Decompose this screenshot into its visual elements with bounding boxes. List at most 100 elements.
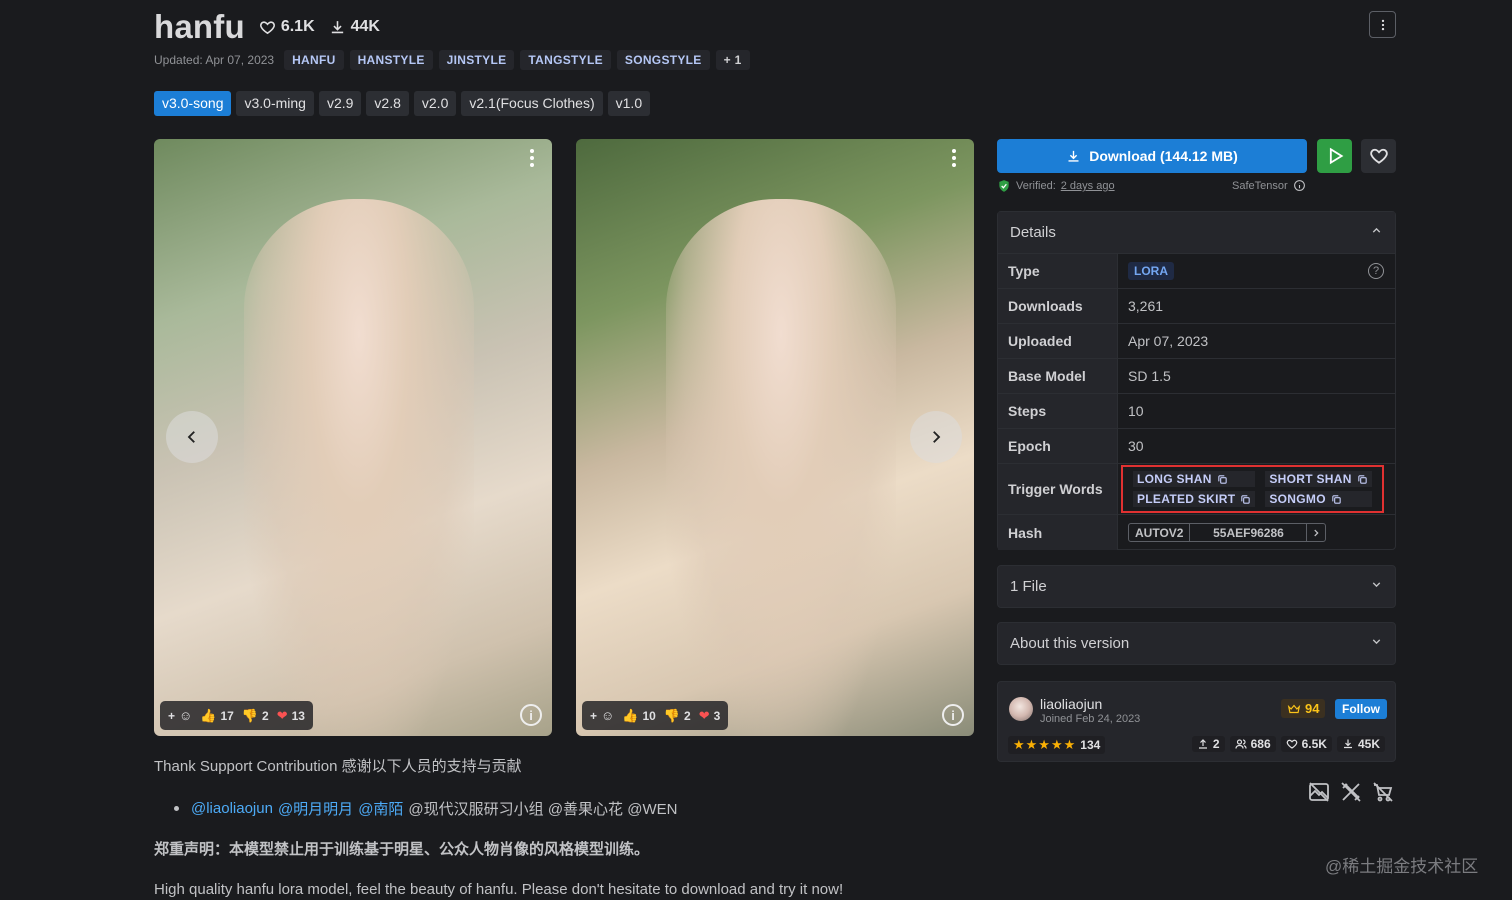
- bullet: [174, 806, 179, 811]
- heart-reaction[interactable]: ❤ 13: [277, 708, 305, 724]
- avatar[interactable]: [1009, 697, 1033, 721]
- previous-image-button[interactable]: [166, 411, 218, 463]
- creator-downloads-stat: 45K: [1336, 736, 1385, 752]
- trigger-word: LONG SHAN: [1137, 472, 1212, 486]
- version-tab[interactable]: v2.0: [413, 91, 457, 116]
- next-image-button[interactable]: [910, 411, 962, 463]
- accordion-title: About this version: [1010, 635, 1130, 652]
- no-commercial-icon[interactable]: [1339, 780, 1363, 804]
- version-tab[interactable]: v3.0-ming: [236, 91, 314, 116]
- meta-row: Updated: Apr 07, 2023 HANFU HANSTYLE JIN…: [154, 50, 750, 70]
- copy-icon: [1217, 474, 1227, 484]
- help-icon[interactable]: ?: [1368, 263, 1384, 279]
- hash-control: AUTOV2 55AEF96286: [1128, 523, 1327, 542]
- details-header[interactable]: Details: [998, 212, 1395, 254]
- heart-icon: ❤: [698, 707, 710, 723]
- contributor-link[interactable]: @明月明月: [278, 798, 353, 819]
- rating-count: 134: [1080, 738, 1101, 752]
- image-menu-button[interactable]: [946, 147, 962, 169]
- image-menu-button[interactable]: [524, 147, 540, 169]
- hash-type[interactable]: AUTOV2: [1129, 524, 1191, 541]
- detail-value: 10: [1128, 403, 1144, 419]
- creator-card: liaoliaojun Joined Feb 24, 2023 94 Follo…: [997, 681, 1396, 762]
- trigger-word-copy[interactable]: SHORT SHAN: [1265, 471, 1372, 487]
- dots-vertical-icon: [530, 149, 534, 167]
- download-icon: [331, 20, 343, 33]
- detail-row-uploaded: Uploaded Apr 07, 2023: [998, 324, 1395, 359]
- trigger-word-copy[interactable]: SONGMO: [1265, 491, 1372, 507]
- description-summary: High quality hanfu lora model, feel the …: [154, 881, 844, 898]
- thumbs-up-icon: 👍: [200, 707, 217, 723]
- version-tabs: v3.0-song v3.0-ming v2.9 v2.8 v2.0 v2.1(…: [154, 91, 651, 116]
- detail-label: Uploaded: [998, 324, 1118, 358]
- heart-icon: [1286, 739, 1297, 749]
- detail-row-hash: Hash AUTOV2 55AEF96286: [998, 515, 1395, 550]
- info-icon[interactable]: i: [520, 704, 542, 726]
- detail-value: LORA ?: [1118, 254, 1395, 288]
- add-reaction-button[interactable]: + ☺: [590, 708, 614, 723]
- image-reactions: + ☺ 👍 10 👎 2 ❤ 3: [582, 701, 729, 730]
- detail-label: Hash: [998, 515, 1118, 550]
- detail-label: Base Model: [998, 359, 1118, 393]
- like-reaction[interactable]: 👍 10: [622, 708, 656, 724]
- chevron-up-icon: [1370, 224, 1383, 241]
- copy-icon: [1241, 494, 1251, 504]
- more-tags-button[interactable]: + 1: [715, 50, 750, 70]
- trigger-word-copy[interactable]: PLEATED SKIRT: [1133, 491, 1256, 507]
- like-reaction[interactable]: 👍 17: [200, 708, 234, 724]
- detail-row-type: Type LORA ?: [998, 254, 1395, 289]
- detail-label: Downloads: [998, 289, 1118, 323]
- version-tab[interactable]: v3.0-song: [154, 91, 232, 116]
- files-accordion[interactable]: 1 File: [997, 565, 1396, 608]
- more-menu-button[interactable]: [1369, 11, 1396, 38]
- no-sell-icon[interactable]: [1371, 780, 1395, 804]
- tag-hanstyle[interactable]: HANSTYLE: [349, 50, 433, 70]
- heart-count: 13: [291, 708, 305, 723]
- creator-rank: 94: [1281, 699, 1326, 718]
- info-icon[interactable]: i: [942, 704, 964, 726]
- tag-songstyle[interactable]: SONGSTYLE: [616, 50, 710, 70]
- tag-tangstyle[interactable]: TANGSTYLE: [520, 50, 611, 70]
- image-reactions: + ☺ 👍 17 👎 2 ❤ 13: [160, 701, 313, 730]
- creator-name[interactable]: liaoliaojun: [1040, 696, 1102, 712]
- about-version-accordion[interactable]: About this version: [997, 622, 1396, 665]
- dislike-reaction[interactable]: 👎 2: [664, 708, 691, 724]
- detail-value: 3,261: [1128, 298, 1164, 314]
- version-tab[interactable]: v2.8: [366, 91, 409, 116]
- tag-hanfu[interactable]: HANFU: [284, 50, 344, 70]
- gallery-image[interactable]: + ☺ 👍 10 👎 2 ❤ 3 i: [576, 139, 974, 736]
- add-reaction-button[interactable]: + ☺: [168, 708, 192, 723]
- run-button[interactable]: [1317, 139, 1352, 173]
- smiley-icon: ☺: [179, 708, 193, 723]
- detail-label: Trigger Words: [998, 464, 1118, 514]
- copy-icon: [1332, 494, 1341, 504]
- trigger-word: PLEATED SKIRT: [1137, 492, 1236, 506]
- version-tab[interactable]: v2.9: [318, 91, 362, 116]
- tag-jinstyle[interactable]: JINSTYLE: [438, 50, 515, 70]
- heart-icon: [259, 20, 275, 34]
- detail-row-steps: Steps 10: [998, 394, 1395, 429]
- download-label: Download (144.12 MB): [1089, 148, 1238, 164]
- version-tab[interactable]: v2.1(Focus Clothes): [461, 91, 603, 116]
- hash-value[interactable]: 55AEF96286: [1190, 524, 1306, 541]
- verified-date-link[interactable]: 2 days ago: [1061, 180, 1115, 192]
- verified-label: Verified:: [1016, 180, 1056, 192]
- trigger-word-copy[interactable]: LONG SHAN: [1133, 471, 1256, 487]
- contributor-link[interactable]: @liaoliaojun: [191, 800, 273, 817]
- download-button[interactable]: Download (144.12 MB): [997, 139, 1307, 173]
- chevron-right-icon[interactable]: [1306, 524, 1325, 541]
- no-image-sale-icon[interactable]: [1307, 780, 1331, 804]
- favorite-button[interactable]: [1361, 139, 1396, 173]
- page-title: hanfu: [154, 8, 245, 45]
- gallery-image[interactable]: + ☺ 👍 17 👎 2 ❤ 13 i: [154, 139, 552, 736]
- heart-reaction[interactable]: ❤ 3: [699, 708, 721, 724]
- dislike-reaction[interactable]: 👎 2: [242, 708, 269, 724]
- followers-count: 686: [1250, 737, 1271, 751]
- info-icon[interactable]: [1293, 179, 1306, 192]
- details-title: Details: [1010, 224, 1056, 241]
- contributor-link[interactable]: @南陌: [358, 798, 403, 819]
- version-tab[interactable]: v1.0: [607, 91, 651, 116]
- description-line: Thank Support Contribution 感谢以下人员的支持与贡献: [154, 758, 522, 775]
- creator-downloads-count: 45K: [1357, 737, 1380, 751]
- follow-button[interactable]: Follow: [1335, 699, 1387, 719]
